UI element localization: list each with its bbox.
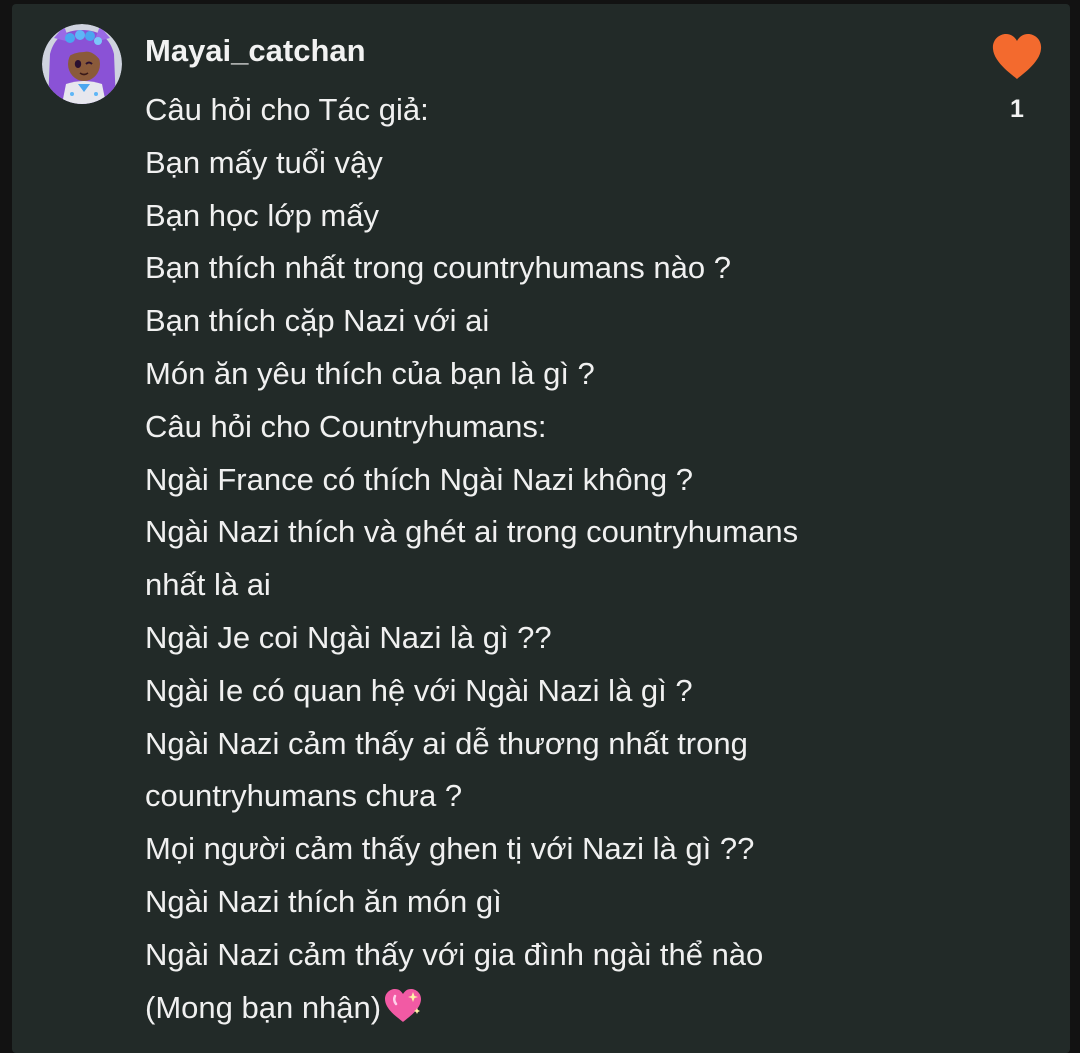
- like-count: 1: [1010, 95, 1024, 123]
- comment-line-text: Ngài Nazi thích và ghét ai trong country…: [145, 514, 799, 550]
- comment-line: Ngài Nazi thích và ghét ai trong country…: [145, 506, 905, 559]
- comment-line: Câu hỏi cho Tác giả:: [145, 84, 905, 137]
- comment-line: countryhumans chưa ?: [145, 770, 905, 823]
- comment-line-text: (Mong bạn nhận): [145, 989, 382, 1025]
- comment-line: Bạn thích cặp Nazi với ai: [145, 295, 905, 348]
- comment-line-text: Câu hỏi cho Tác giả:: [145, 92, 429, 127]
- comment-line-text: Bạn thích nhất trong countryhumans nào ?: [145, 250, 731, 286]
- comment-line-text: Ngài Nazi thích ăn món gì: [145, 883, 502, 919]
- comment-line: Ngài Nazi cảm thấy với gia đình ngài thể…: [145, 929, 905, 982]
- comment-line: nhất là ai: [145, 559, 905, 612]
- comment-line: Ngài Ie có quan hệ với Ngài Nazi là gì ?: [145, 665, 905, 718]
- comment-line-text: Bạn học lớp mấy: [145, 197, 379, 233]
- anime-avatar-icon: [42, 24, 122, 104]
- comment-line: Bạn thích nhất trong countryhumans nào ?: [145, 242, 905, 295]
- comment-line: Bạn học lớp mấy: [145, 190, 905, 243]
- comment-line-text: nhất là ai: [145, 567, 271, 603]
- user-avatar[interactable]: [42, 24, 122, 104]
- comment-body: Câu hỏi cho Tác giả: Bạn mấy tuổi vậy Bạn …: [145, 84, 905, 1034]
- comment-line: Ngài Je coi Ngài Nazi là gì ??: [145, 612, 905, 665]
- comment-line: Món ăn yêu thích của bạn là gì ?: [145, 348, 905, 401]
- comment-line-text: Ngài Je coi Ngài Nazi là gì ??: [145, 619, 552, 655]
- comment-line: Câu hỏi cho Countryhumans:: [145, 401, 905, 454]
- comment-username[interactable]: Mayai_catchan: [145, 26, 366, 76]
- sparkling-heart-icon: [383, 988, 423, 1041]
- comment-line: Ngài Nazi thích ăn món gì: [145, 876, 905, 929]
- like-button[interactable]: [990, 32, 1044, 82]
- comment-line-text: Mọi người cảm thấy ghen tị với Nazi là g…: [145, 831, 755, 867]
- heart-icon: [992, 34, 1042, 79]
- comment-line-text: countryhumans chưa ?: [145, 778, 463, 814]
- comment-line-text: Món ăn yêu thích của bạn là gì ?: [145, 355, 595, 391]
- comment-line: (Mong bạn nhận): [145, 982, 905, 1035]
- comment-line-text: Bạn mấy tuổi vậy: [145, 144, 383, 180]
- comment-line-text: Ngài Nazi cảm thấy với gia đình ngài thể…: [145, 936, 764, 972]
- comment-line-text: Câu hỏi cho Countryhumans:: [145, 408, 547, 444]
- comment-line-text: Ngài France có thích Ngài Nazi không ?: [145, 461, 693, 497]
- comment-line: Ngài France có thích Ngài Nazi không ?: [145, 454, 905, 507]
- comment-line-text: Ngài Nazi cảm thấy ai dễ thương nhất tro…: [145, 725, 748, 761]
- comment-line-text: Bạn thích cặp Nazi với ai: [145, 303, 490, 339]
- comment-line-text: Ngài Ie có quan hệ với Ngài Nazi là gì ?: [145, 672, 693, 708]
- screen: Mayai_catchan Câu hỏi cho Tác giả: Bạn mấ…: [0, 0, 1080, 1053]
- comment-line: Mọi người cảm thấy ghen tị với Nazi là g…: [145, 823, 905, 876]
- comment-line: Bạn mấy tuổi vậy: [145, 137, 905, 190]
- comment-line: Ngài Nazi cảm thấy ai dễ thương nhất tro…: [145, 718, 905, 771]
